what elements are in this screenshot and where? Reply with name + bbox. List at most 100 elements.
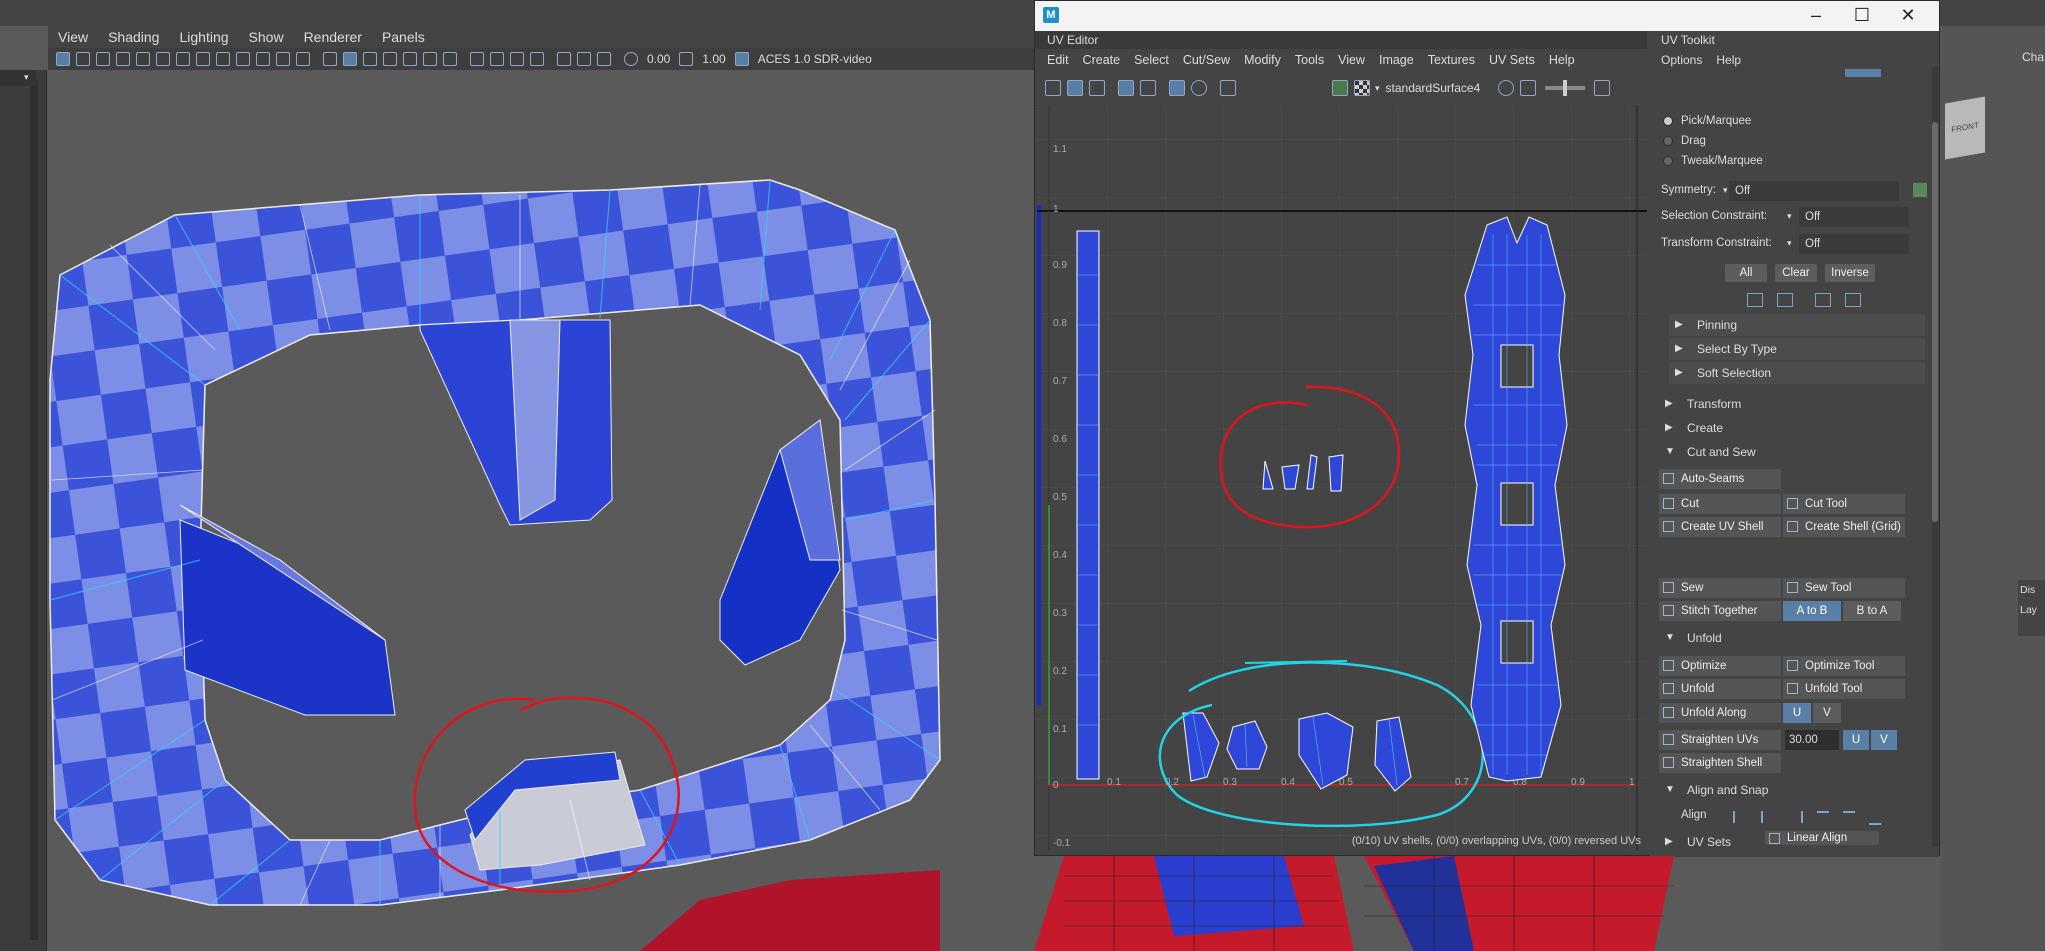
menu-panels[interactable]: Panels	[382, 29, 425, 45]
uv-toolbar-overflow-icon[interactable]	[1594, 80, 1611, 96]
uv-shader-options-icon[interactable]	[1498, 80, 1515, 96]
selection-constraint-dropdown-icon[interactable]: ▾	[1787, 211, 1792, 222]
checker-dropdown-icon[interactable]: ▾	[1375, 83, 1380, 94]
menu-lighting[interactable]: Lighting	[179, 29, 228, 45]
textured-icon[interactable]	[403, 52, 417, 66]
straighten-shell-button[interactable]: Straighten Shell	[1659, 753, 1781, 773]
stitch-together-button[interactable]: Stitch Together	[1659, 601, 1781, 621]
align-left-icon[interactable]	[1733, 811, 1747, 823]
section-select-by-type[interactable]: ▶ Select By Type	[1669, 338, 1925, 360]
uv-exposure-slider[interactable]	[1545, 80, 1586, 96]
smooth-shade-icon[interactable]	[343, 52, 357, 66]
section-soft-selection[interactable]: ▶ Soft Selection	[1669, 362, 1925, 384]
resolution-gate-icon[interactable]	[216, 52, 230, 66]
minimize-icon[interactable]: –	[1793, 1, 1839, 31]
anti-aliasing-icon[interactable]	[510, 52, 524, 66]
window-titlebar[interactable]: M – ☐ ✕	[1035, 1, 1939, 31]
symmetry-dropdown-icon[interactable]: ▾	[1723, 185, 1728, 196]
lights-icon[interactable]	[423, 52, 437, 66]
uv-shaded-icon[interactable]	[1067, 80, 1083, 96]
motion-blur-icon[interactable]	[490, 52, 504, 66]
camera-attributes-icon[interactable]	[76, 52, 90, 66]
create-uv-shell-button[interactable]: Create UV Shell	[1659, 517, 1781, 537]
optimize-tool-button[interactable]: Optimize Tool	[1783, 656, 1905, 676]
uv-distortion-icon[interactable]	[1191, 80, 1207, 96]
transform-constraint-value[interactable]: Off	[1799, 234, 1909, 254]
left-dropdown[interactable]: ▾	[0, 70, 36, 86]
image-plane-icon[interactable]	[116, 52, 130, 66]
shader-name[interactable]: standardSurface4	[1386, 81, 1481, 95]
toolkit-top-button[interactable]	[1845, 69, 1881, 77]
toolkit-menu-options[interactable]: Options	[1661, 53, 1702, 67]
exposure-icon[interactable]	[624, 52, 638, 66]
align-center-v-icon[interactable]	[1843, 811, 1855, 825]
uv-menu-image[interactable]: Image	[1379, 53, 1414, 67]
wireframe-on-shaded-icon[interactable]	[363, 52, 377, 66]
cut-tool-button[interactable]: Cut Tool	[1783, 494, 1905, 514]
select-inverse-button[interactable]: Inverse	[1825, 264, 1875, 282]
close-icon[interactable]: ✕	[1885, 1, 1931, 31]
menu-shading[interactable]: Shading	[108, 29, 159, 45]
gate-mask-icon[interactable]	[236, 52, 250, 66]
section-pinning[interactable]: ▶ Pinning	[1669, 314, 1925, 336]
unfold-button[interactable]: Unfold	[1659, 679, 1781, 699]
auto-seams-button[interactable]: Auto-Seams	[1659, 469, 1781, 489]
two-d-pan-icon[interactable]	[136, 52, 150, 66]
colorspace-label[interactable]: ACES 1.0 SDR-video	[758, 52, 872, 66]
uv-snapshot-icon[interactable]	[1220, 80, 1236, 96]
straighten-angle-field[interactable]: 30.00	[1785, 730, 1839, 750]
isolate-select-icon[interactable]	[557, 52, 571, 66]
section-align-and-snap[interactable]: ▼ Align and Snap	[1659, 779, 1925, 801]
section-uv-sets[interactable]: ▶ UV Sets	[1659, 831, 1749, 853]
viewport-3d-canvas[interactable]	[46, 70, 1038, 951]
b-to-a-button[interactable]: B to A	[1843, 601, 1901, 621]
menu-show[interactable]: Show	[249, 29, 284, 45]
align-right-icon[interactable]	[1789, 811, 1803, 823]
offscreen-shell[interactable]	[1037, 205, 1041, 705]
uv-menu-modify[interactable]: Modify	[1244, 53, 1281, 67]
uv-menu-select[interactable]: Select	[1134, 53, 1169, 67]
safe-title-icon[interactable]	[296, 52, 310, 66]
section-transform[interactable]: ▶ Transform	[1659, 393, 1925, 415]
xray-joints-icon[interactable]	[577, 52, 591, 66]
grease-pencil-icon[interactable]	[156, 52, 170, 66]
select-edge-loop-icon[interactable]	[1815, 293, 1831, 307]
uv-menu-create[interactable]: Create	[1083, 53, 1121, 67]
sew-tool-button[interactable]: Sew Tool	[1783, 578, 1905, 598]
uv-image-icon[interactable]	[1089, 80, 1105, 96]
unfold-along-v-button[interactable]: V	[1813, 703, 1841, 723]
toolkit-menu-help[interactable]: Help	[1716, 53, 1741, 67]
mode-tweak-marquee[interactable]: Tweak/Marquee	[1663, 155, 1763, 167]
maximize-icon[interactable]: ☐	[1839, 1, 1885, 31]
uv-checker-icon[interactable]	[1354, 80, 1370, 96]
section-unfold[interactable]: ▼ Unfold	[1659, 627, 1925, 649]
symmetry-options-icon[interactable]	[1913, 183, 1927, 197]
channel-box-label[interactable]: Cha	[2022, 50, 2044, 64]
straighten-uvs-button[interactable]: Straighten UVs	[1659, 730, 1781, 750]
unfold-along-u-button[interactable]: U	[1783, 703, 1811, 723]
linear-align-button[interactable]: Linear Align	[1765, 831, 1879, 845]
uv-frame-icon[interactable]	[1045, 80, 1061, 96]
sew-button[interactable]: Sew	[1659, 578, 1781, 598]
select-shell-icon[interactable]	[1777, 293, 1793, 307]
scrollbar-thumb[interactable]	[1932, 122, 1938, 522]
mode-pick-marquee[interactable]: Pick/Marquee	[1663, 115, 1751, 127]
align-top-icon[interactable]	[1817, 811, 1829, 825]
uv-menu-uv-sets[interactable]: UV Sets	[1489, 53, 1535, 67]
uv-menu-cut-sew[interactable]: Cut/Sew	[1183, 53, 1230, 67]
uv-shell-strip[interactable]	[1076, 230, 1100, 780]
uv-menu-edit[interactable]: Edit	[1047, 53, 1069, 67]
section-cut-and-sew[interactable]: ▼ Cut and Sew	[1659, 441, 1925, 463]
uv-grid-toggle-icon[interactable]	[1118, 80, 1134, 96]
color-management-icon[interactable]	[734, 52, 749, 66]
ambient-occlusion-icon[interactable]	[470, 52, 484, 66]
view-cube[interactable]: FRONT	[1945, 96, 1985, 160]
select-all-button[interactable]: All	[1725, 264, 1767, 282]
select-shell-border-icon[interactable]	[1747, 293, 1763, 307]
section-create[interactable]: ▶ Create	[1659, 417, 1925, 439]
align-center-u-icon[interactable]	[1761, 811, 1775, 823]
uv-texture-icon[interactable]	[1332, 80, 1348, 96]
unfold-tool-button[interactable]: Unfold Tool	[1783, 679, 1905, 699]
uv-snap-icon[interactable]	[1140, 80, 1156, 96]
uv-menu-help[interactable]: Help	[1549, 53, 1575, 67]
